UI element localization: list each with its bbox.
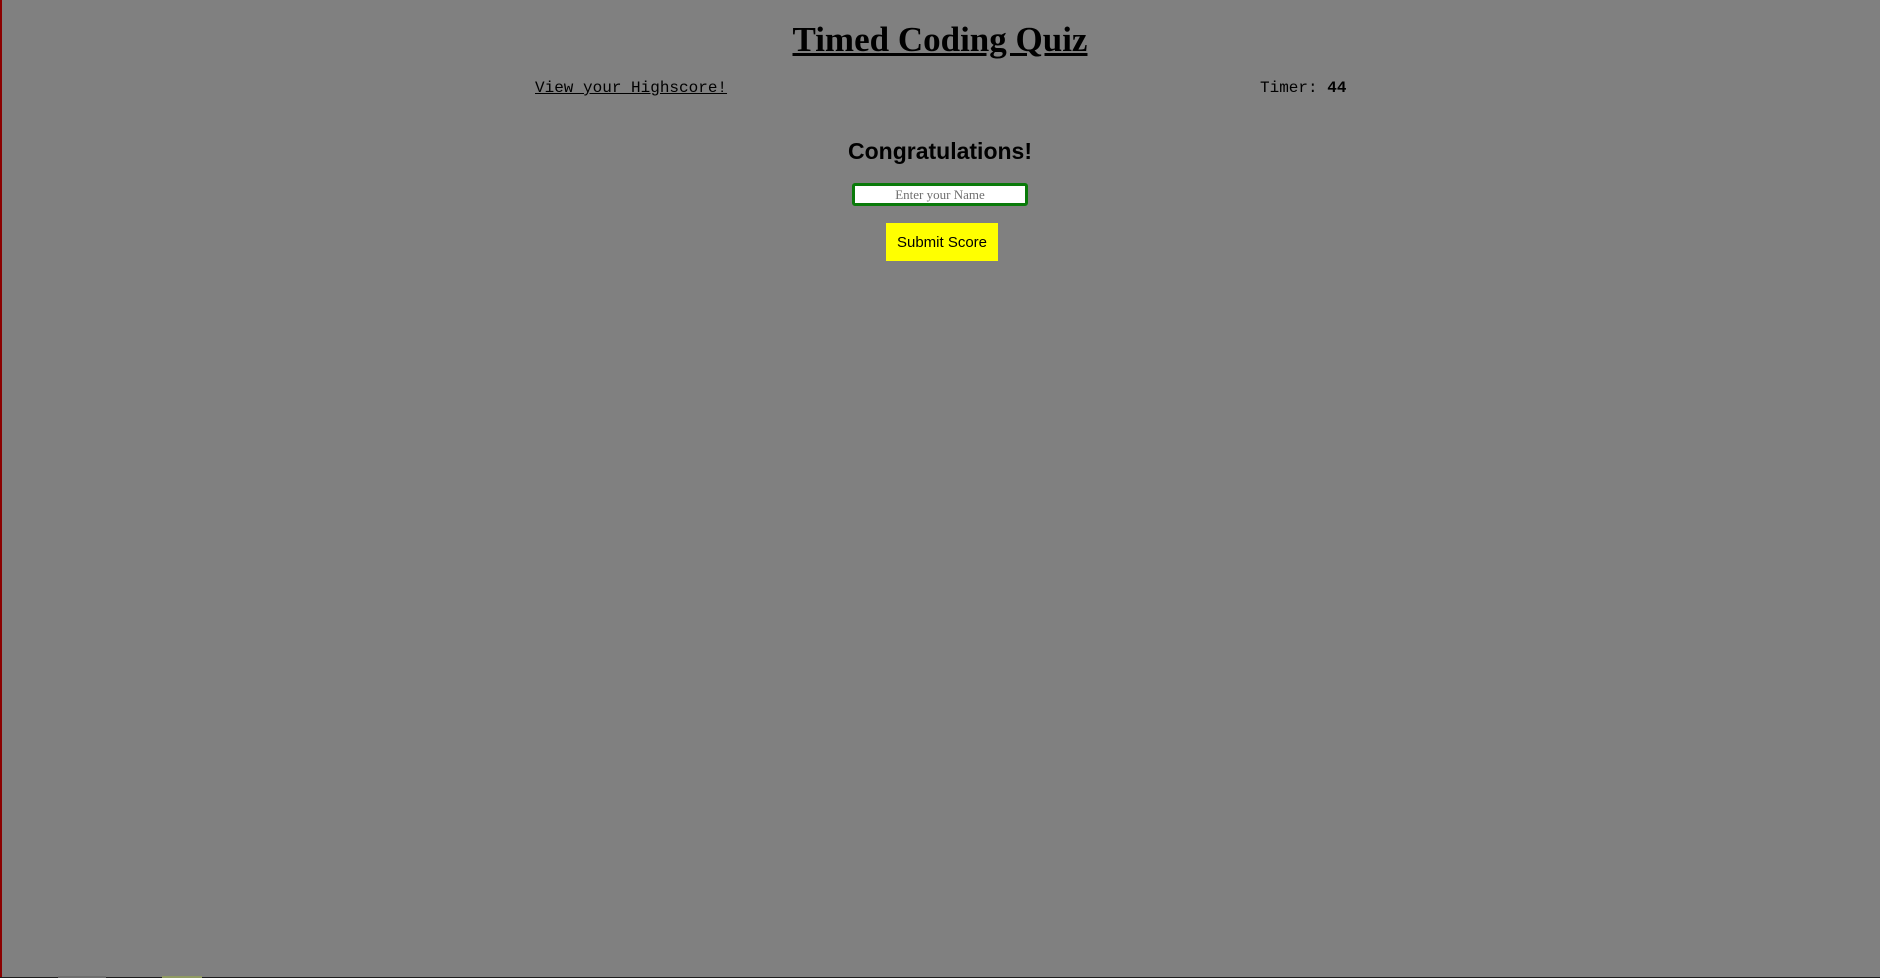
page-title: Timed Coding Quiz [792, 20, 1088, 59]
view-highscore-link[interactable]: View your Highscore! [535, 78, 727, 98]
timer-label: Timer: [1260, 79, 1328, 97]
timer-value: 44 [1327, 79, 1347, 97]
timer: Timer: 44 [1260, 78, 1346, 98]
name-input[interactable] [852, 183, 1028, 206]
submit-score-button[interactable]: Submit Score [886, 223, 998, 261]
congratulations-heading: Congratulations! [848, 138, 1032, 164]
